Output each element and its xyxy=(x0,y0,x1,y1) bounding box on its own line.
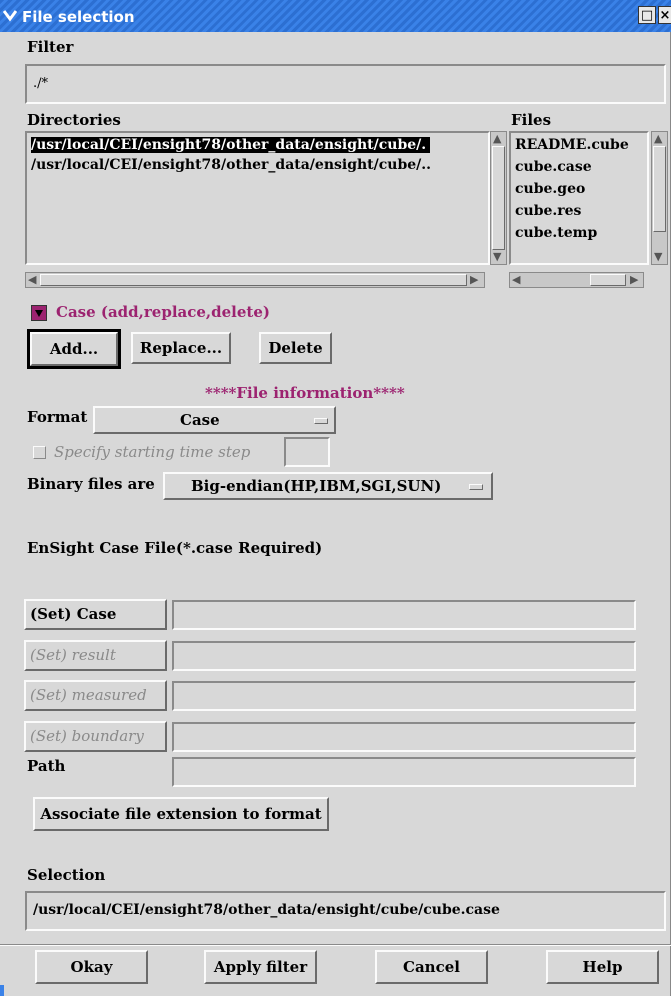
binary-select[interactable]: Big-endian(HP,IBM,SGI,SUN) xyxy=(163,472,493,500)
case-required-label: EnSight Case File(*.case Required) xyxy=(27,539,323,557)
files-hscrollbar[interactable]: ◀ ▶ xyxy=(509,272,644,288)
filter-value: ./* xyxy=(33,76,49,91)
file-item[interactable]: cube.res xyxy=(515,203,581,219)
add-button-label: Add... xyxy=(30,332,118,366)
measured-file-input[interactable] xyxy=(172,681,636,711)
scroll-down-icon[interactable]: ▼ xyxy=(493,251,501,263)
binary-label: Binary files are xyxy=(27,475,155,493)
file-information-heading: ****File information**** xyxy=(205,384,405,402)
delete-button[interactable]: Delete xyxy=(259,332,332,364)
scroll-thumb[interactable] xyxy=(40,274,467,286)
directories-hscrollbar[interactable]: ◀ ▶ xyxy=(25,272,485,288)
file-item[interactable]: cube.geo xyxy=(515,181,585,197)
scroll-thumb[interactable] xyxy=(492,146,505,250)
scroll-thumb[interactable] xyxy=(653,146,666,232)
file-item[interactable]: cube.case xyxy=(515,159,592,175)
filter-label: Filter xyxy=(27,38,74,56)
scroll-down-icon[interactable]: ▼ xyxy=(654,251,662,263)
help-button[interactable]: Help xyxy=(546,950,659,984)
replace-button[interactable]: Replace... xyxy=(131,332,231,364)
filter-input[interactable]: ./* xyxy=(25,64,666,104)
set-result-button[interactable]: (Set) result xyxy=(24,640,167,671)
case-toggle-label: Case (add,replace,delete) xyxy=(56,303,270,321)
add-button[interactable]: Add... xyxy=(27,329,121,369)
files-list[interactable]: README.cube cube.case cube.geo cube.res … xyxy=(509,131,649,265)
selection-input[interactable]: /usr/local/CEI/ensight78/other_data/ensi… xyxy=(25,891,666,931)
start-step-label: Specify starting time step xyxy=(54,443,251,461)
file-item[interactable]: cube.temp xyxy=(515,225,597,241)
path-label: Path xyxy=(27,757,66,775)
window-edge xyxy=(0,985,4,996)
divider xyxy=(0,944,671,946)
files-vscrollbar[interactable]: ▲ ▼ xyxy=(651,131,668,265)
binary-value: Big-endian(HP,IBM,SGI,SUN) xyxy=(191,477,442,495)
selection-value: /usr/local/CEI/ensight78/other_data/ensi… xyxy=(33,902,500,918)
start-step-checkbox[interactable] xyxy=(33,446,46,459)
directories-vscrollbar[interactable]: ▲ ▼ xyxy=(490,131,507,265)
case-toggle[interactable] xyxy=(31,305,47,321)
selection-label: Selection xyxy=(27,866,106,884)
format-select[interactable]: Case xyxy=(93,406,336,434)
case-file-input[interactable] xyxy=(172,600,636,630)
file-item[interactable]: README.cube xyxy=(515,137,629,153)
option-menu-icon xyxy=(314,418,328,424)
directories-list[interactable]: /usr/local/CEI/ensight78/other_data/ensi… xyxy=(25,131,490,265)
associate-extension-button[interactable]: Associate file extension to format xyxy=(33,797,329,831)
scroll-right-icon[interactable]: ▶ xyxy=(630,274,638,286)
file-selection-window: File selection □ × Filter ./* Directorie… xyxy=(0,0,671,996)
set-boundary-button[interactable]: (Set) boundary xyxy=(24,721,167,752)
directories-label: Directories xyxy=(27,111,121,129)
boundary-file-input[interactable] xyxy=(172,722,636,752)
start-step-input[interactable] xyxy=(284,437,330,467)
scroll-left-icon[interactable]: ◀ xyxy=(28,274,36,286)
format-value: Case xyxy=(180,411,220,429)
set-measured-button[interactable]: (Set) measured xyxy=(24,680,167,711)
triangle-down-icon xyxy=(35,310,43,317)
window-menu-icon[interactable] xyxy=(3,8,17,22)
cancel-button[interactable]: Cancel xyxy=(375,950,488,984)
path-input[interactable] xyxy=(172,757,636,787)
scroll-up-icon[interactable]: ▲ xyxy=(654,133,662,145)
directory-item[interactable]: /usr/local/CEI/ensight78/other_data/ensi… xyxy=(31,157,431,173)
result-file-input[interactable] xyxy=(172,641,636,671)
scroll-left-icon[interactable]: ◀ xyxy=(512,274,520,286)
okay-button[interactable]: Okay xyxy=(35,950,148,984)
format-label: Format xyxy=(27,408,88,426)
title-bar[interactable]: File selection □ × xyxy=(0,0,671,32)
close-icon[interactable]: × xyxy=(658,6,671,24)
apply-filter-button[interactable]: Apply filter xyxy=(204,950,317,984)
set-case-button[interactable]: (Set) Case xyxy=(24,599,167,630)
option-menu-icon xyxy=(469,484,483,490)
maximize-icon[interactable]: □ xyxy=(638,6,656,24)
scroll-right-icon[interactable]: ▶ xyxy=(470,274,478,286)
files-label: Files xyxy=(511,111,552,129)
window-title: File selection xyxy=(22,8,135,26)
scroll-up-icon[interactable]: ▲ xyxy=(493,133,501,145)
scroll-thumb[interactable] xyxy=(590,274,626,286)
directory-item[interactable]: /usr/local/CEI/ensight78/other_data/ensi… xyxy=(31,137,431,153)
